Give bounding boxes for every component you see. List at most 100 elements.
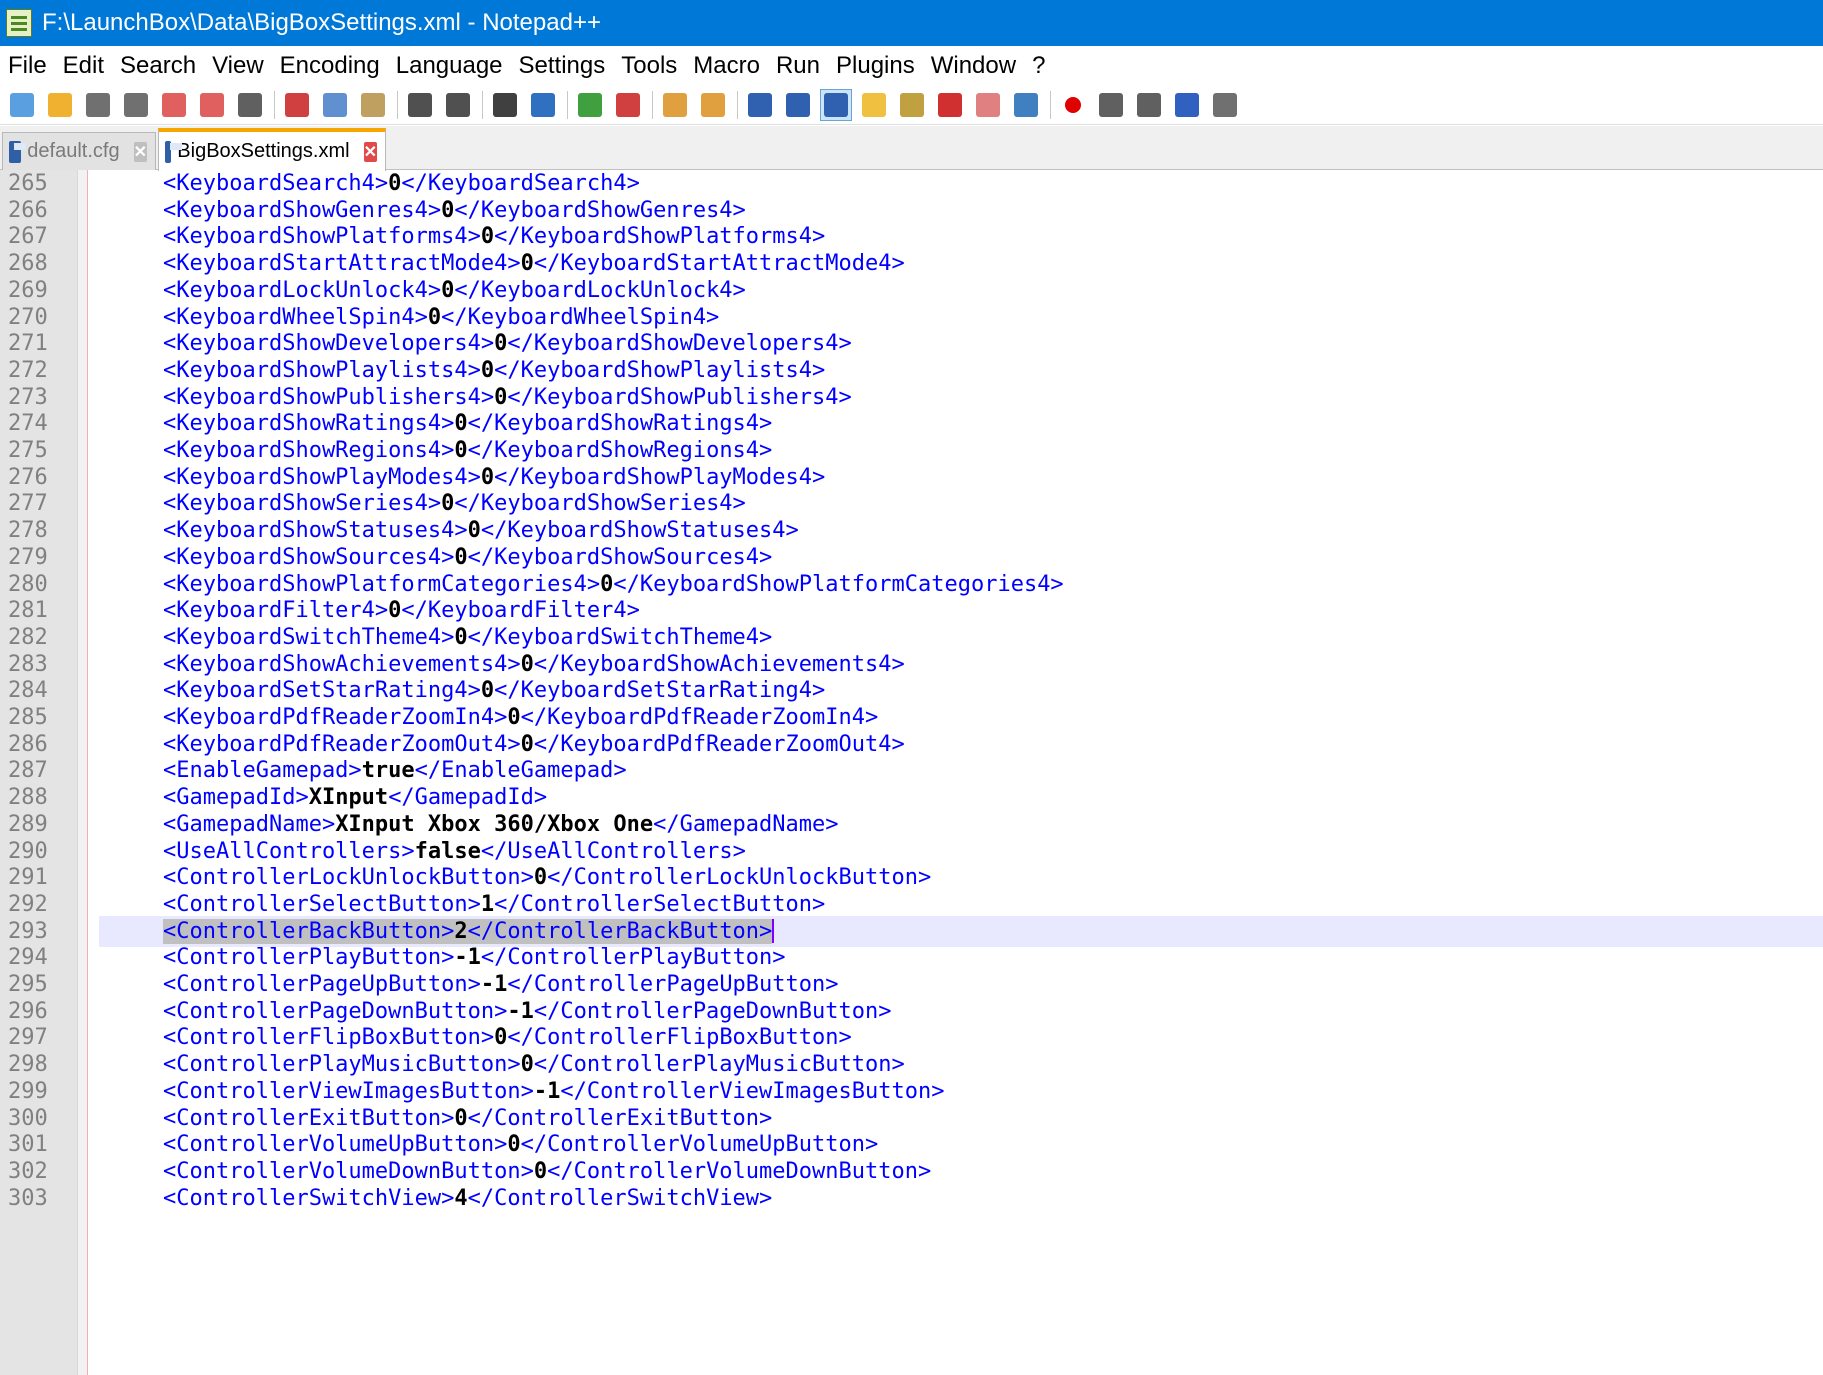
folder-as-workspace-icon [976, 92, 1000, 117]
line-number[interactable]: 296 [0, 999, 70, 1024]
menu-window[interactable]: Window [923, 52, 1024, 80]
save-macro-button[interactable] [1209, 89, 1241, 121]
menu-search[interactable]: Search [112, 52, 204, 80]
menu-run[interactable]: Run [768, 52, 828, 80]
open-file-button[interactable] [44, 89, 76, 121]
line-number[interactable]: 269 [0, 278, 70, 303]
document-map-button[interactable] [896, 89, 928, 121]
paste-button[interactable] [357, 89, 389, 121]
line-number[interactable]: 271 [0, 331, 70, 356]
menu-language[interactable]: Language [388, 52, 511, 80]
notepadpp-app-icon[interactable] [6, 9, 32, 37]
line-number[interactable]: 276 [0, 465, 70, 490]
xml-element: <KeyboardShowAchievements4>0</KeyboardSh… [163, 652, 905, 677]
menu-tools[interactable]: Tools [613, 52, 685, 80]
line-number[interactable]: 278 [0, 518, 70, 543]
line-number[interactable]: 286 [0, 732, 70, 757]
monitoring-button[interactable] [1010, 89, 1042, 121]
line-number[interactable]: 285 [0, 705, 70, 730]
line-number[interactable]: 295 [0, 972, 70, 997]
line-number[interactable]: 303 [0, 1186, 70, 1211]
line-number[interactable]: 273 [0, 385, 70, 410]
line-number[interactable]: 275 [0, 438, 70, 463]
word-wrap-button[interactable] [744, 89, 776, 121]
undo-button[interactable] [404, 89, 436, 121]
menu-help[interactable]: ? [1024, 52, 1053, 80]
line-number[interactable]: 284 [0, 678, 70, 703]
menu-file[interactable]: File [0, 52, 55, 80]
line-number[interactable]: 301 [0, 1132, 70, 1157]
close-icon [162, 92, 186, 117]
menu-view[interactable]: View [204, 52, 272, 80]
new-file-button[interactable] [6, 89, 38, 121]
line-number[interactable]: 302 [0, 1159, 70, 1184]
close-tab-icon[interactable]: ✕ [363, 141, 377, 162]
line-number[interactable]: 277 [0, 491, 70, 516]
line-number[interactable]: 280 [0, 572, 70, 597]
menu-edit[interactable]: Edit [55, 52, 112, 80]
line-number[interactable]: 294 [0, 945, 70, 970]
close-button[interactable] [158, 89, 190, 121]
tab-bigboxsettings-xml[interactable]: BigBoxSettings.xml ✕ [158, 128, 386, 171]
xml-close-tag: </KeyboardShowRegions4> [467, 438, 773, 463]
user-language-button[interactable] [858, 89, 890, 121]
record-macro-button[interactable] [1057, 89, 1089, 121]
line-number[interactable]: 287 [0, 758, 70, 783]
zoom-out-button[interactable] [612, 89, 644, 121]
line-number[interactable]: 299 [0, 1079, 70, 1104]
cut-button[interactable] [281, 89, 313, 121]
function-list-button[interactable] [934, 89, 966, 121]
close-tab-icon[interactable]: ✕ [133, 141, 147, 162]
stop-recording-button[interactable] [1095, 89, 1127, 121]
folder-as-workspace-button[interactable] [972, 89, 1004, 121]
indent-guide-button[interactable] [820, 88, 852, 121]
save-button[interactable] [82, 89, 114, 121]
line-number[interactable]: 290 [0, 839, 70, 864]
menu-plugins[interactable]: Plugins [828, 52, 923, 80]
line-number[interactable]: 288 [0, 785, 70, 810]
xml-value: 0 [600, 571, 614, 597]
line-number[interactable]: 274 [0, 411, 70, 436]
line-number[interactable]: 291 [0, 865, 70, 890]
redo-button[interactable] [442, 89, 474, 121]
line-number[interactable]: 300 [0, 1106, 70, 1131]
line-number[interactable]: 272 [0, 358, 70, 383]
tab-default-cfg[interactable]: default.cfg ✕ [2, 132, 156, 170]
line-number[interactable]: 281 [0, 598, 70, 623]
line-number[interactable]: 266 [0, 198, 70, 223]
line-number[interactable]: 265 [0, 171, 70, 196]
show-all-characters-button[interactable] [782, 89, 814, 121]
close-all-button[interactable] [196, 89, 228, 121]
sync-horizontal-button[interactable] [697, 89, 729, 121]
playback-macro-button[interactable] [1133, 89, 1165, 121]
copy-button[interactable] [319, 89, 351, 121]
line-number[interactable]: 298 [0, 1052, 70, 1077]
save-all-button[interactable] [120, 89, 152, 121]
xml-open-tag: <KeyboardShowPlaylists4> [163, 357, 481, 383]
replace-button[interactable] [527, 89, 559, 121]
line-number[interactable]: 292 [0, 892, 70, 917]
find-button[interactable] [489, 89, 521, 121]
code-line[interactable]: 303 <ControllerSwitchView>4</ControllerSw… [0, 1183, 1823, 1214]
menu-macro[interactable]: Macro [685, 52, 768, 80]
xml-open-tag: <KeyboardLockUnlock4> [163, 277, 442, 303]
zoom-in-button[interactable] [574, 89, 606, 121]
line-number[interactable]: 283 [0, 652, 70, 677]
line-number[interactable]: 289 [0, 812, 70, 837]
print-button[interactable] [234, 89, 266, 121]
xml-value: -1 [480, 972, 508, 997]
line-content[interactable]: <ControllerSwitchView>4</ControllerSwitc… [99, 1183, 1823, 1214]
line-number[interactable]: 270 [0, 305, 70, 330]
line-number[interactable]: 279 [0, 545, 70, 570]
code-editor[interactable]: 265 <KeyboardSearch4>0</KeyboardSearch4> 2… [0, 170, 1823, 1375]
line-number[interactable]: 297 [0, 1025, 70, 1050]
menu-encoding[interactable]: Encoding [272, 52, 388, 80]
line-number[interactable]: 282 [0, 625, 70, 650]
sync-vertical-button[interactable] [659, 89, 691, 121]
xml-value: 0 [494, 331, 508, 357]
line-number[interactable]: 267 [0, 224, 70, 249]
run-macro-multiple-button[interactable] [1171, 89, 1203, 121]
line-number[interactable]: 293 [0, 919, 70, 944]
line-number[interactable]: 268 [0, 251, 70, 276]
menu-settings[interactable]: Settings [511, 52, 614, 80]
